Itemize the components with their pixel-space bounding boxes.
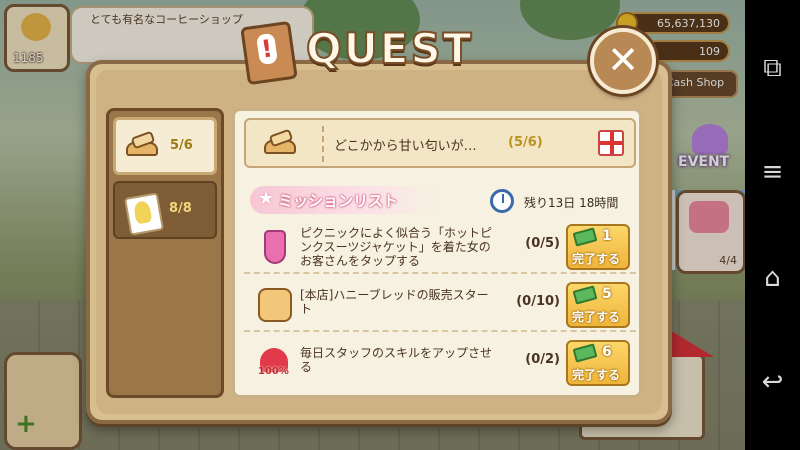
complete-button[interactable]: 5 完了する — [566, 282, 630, 328]
heart-icon: 100% — [258, 346, 292, 380]
mission-text: [本店]ハニーブレッドの販売スタート — [300, 288, 489, 316]
menu-icon[interactable]: ≡ — [745, 152, 800, 192]
quest-tab-sandwich[interactable]: 5/6 — [113, 117, 217, 175]
star-icon: ★ — [258, 188, 275, 209]
close-icon: ✕ — [607, 38, 639, 82]
skill-percent: 100% — [258, 366, 289, 377]
quest-name: どこかから甘い匂いが… — [334, 139, 477, 154]
dress-icon — [264, 230, 286, 264]
tab-progress: 5/6 — [170, 138, 193, 153]
cash-icon — [572, 343, 598, 363]
home-icon[interactable]: ⌂ — [745, 258, 800, 298]
complete-button-label: 完了する — [572, 310, 621, 324]
gift-icon[interactable] — [598, 130, 624, 156]
mission-progress: (0/5) — [525, 236, 560, 251]
quest-progress: (5/6) — [508, 135, 543, 150]
reward-amount: 5 — [602, 286, 612, 302]
complete-button-label: 完了する — [572, 368, 621, 382]
quest-header: どこかから甘い匂いが… (5/6) — [244, 118, 636, 168]
cash-icon — [572, 227, 598, 247]
mission-row: [本店]ハニーブレッドの販売スタート (0/10) 5 完了する — [244, 280, 636, 332]
system-nav-bar: ⧉ ≡ ⌂ ↩ — [745, 0, 800, 450]
character-card-icon — [123, 192, 165, 236]
divider — [322, 126, 324, 162]
honey-bread-icon — [258, 288, 292, 322]
tab-progress: 8/8 — [169, 201, 192, 216]
complete-button[interactable]: 6 完了する — [566, 340, 630, 386]
mission-row: 100% 毎日スタッフのスキルをアップさせる (0/2) 6 完了する — [244, 338, 636, 390]
mission-progress: (0/10) — [516, 294, 560, 309]
mission-text: 毎日スタッフのスキルをアップさせる — [300, 346, 493, 374]
complete-button[interactable]: 1 完了する — [566, 224, 630, 270]
close-button[interactable]: ✕ — [590, 28, 656, 94]
mission-list-header: ★ ミッションリスト — [250, 186, 436, 214]
mission-list-title: ミッションリスト — [278, 192, 399, 210]
mission-text: ピクニックによく似合う「ホットピンクスーツジャケット」を着た女のお客さんをタップ… — [300, 226, 493, 268]
time-remaining: 残り13日 18時間 — [524, 196, 619, 210]
complete-button-label: 完了する — [572, 252, 621, 266]
recent-apps-icon[interactable]: ⧉ — [745, 48, 800, 88]
quest-book-icon: ! — [238, 20, 300, 86]
mission-progress: (0/2) — [525, 352, 560, 367]
dialog-title: QUEST — [305, 23, 474, 74]
quest-tab-card[interactable]: 8/8 — [113, 181, 217, 239]
stopwatch-icon — [490, 189, 514, 213]
sandwich-icon — [126, 130, 158, 158]
mission-row: ピクニックによく似合う「ホットピンクスーツジャケット」を着た女のお客さんをタップ… — [244, 222, 636, 274]
back-icon[interactable]: ↩ — [745, 362, 800, 402]
reward-amount: 1 — [602, 228, 612, 244]
sandwich-icon — [264, 128, 296, 156]
cash-icon — [572, 285, 598, 305]
reward-amount: 6 — [602, 344, 612, 360]
quest-tab-list: 5/6 8/8 — [106, 108, 224, 398]
